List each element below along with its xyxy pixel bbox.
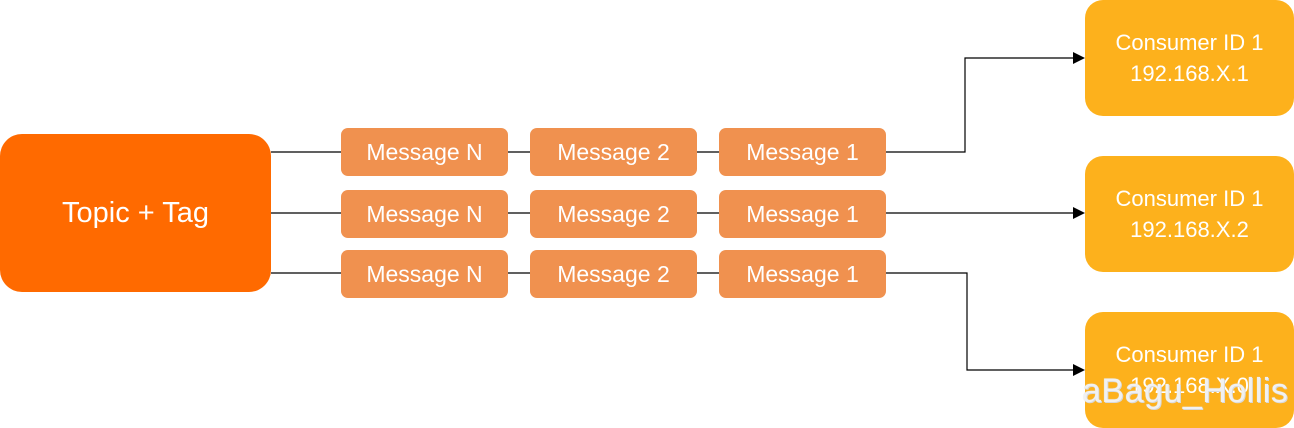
message-label: Message 2: [557, 260, 670, 287]
consumer-box: Consumer ID 1 192.168.X.1: [1085, 0, 1294, 116]
message-label: Message 2: [557, 138, 670, 165]
consumer-name: Consumer ID 1: [1115, 342, 1264, 367]
message-label: Message N: [366, 260, 483, 287]
message-box: Message N: [341, 190, 508, 238]
message-label: Message 2: [557, 200, 670, 227]
arrow-to-consumer-3: [888, 272, 1085, 376]
message-box: Message 1: [719, 190, 886, 238]
message-label: Message 1: [746, 200, 859, 227]
message-label: Message N: [366, 138, 483, 165]
consumer-box: Consumer ID 1 192.168.X.2: [1085, 156, 1294, 272]
message-box: Message 2: [530, 128, 697, 176]
message-label: Message N: [366, 200, 483, 227]
message-box: Message 1: [719, 128, 886, 176]
message-box: Message N: [341, 250, 508, 298]
consumer-name: Consumer ID 1: [1115, 186, 1264, 211]
message-box: Message 2: [530, 250, 697, 298]
diagram: Topic + Tag Message N Message 2 Message …: [0, 0, 1294, 428]
message-label: Message 1: [746, 260, 859, 287]
topic-label: Topic + Tag: [62, 196, 209, 229]
message-box: Message 2: [530, 190, 697, 238]
message-label: Message 1: [746, 138, 859, 165]
watermark-text: aBagu_Hollis: [1082, 372, 1289, 410]
message-box: Message 1: [719, 250, 886, 298]
consumer-address: 192.168.X.1: [1130, 61, 1249, 86]
arrow-to-consumer-1: [888, 52, 1085, 153]
consumer-name: Consumer ID 1: [1115, 30, 1264, 55]
topic-box: Topic + Tag: [0, 134, 271, 292]
message-box: Message N: [341, 128, 508, 176]
consumer-address: 192.168.X.2: [1130, 217, 1249, 242]
